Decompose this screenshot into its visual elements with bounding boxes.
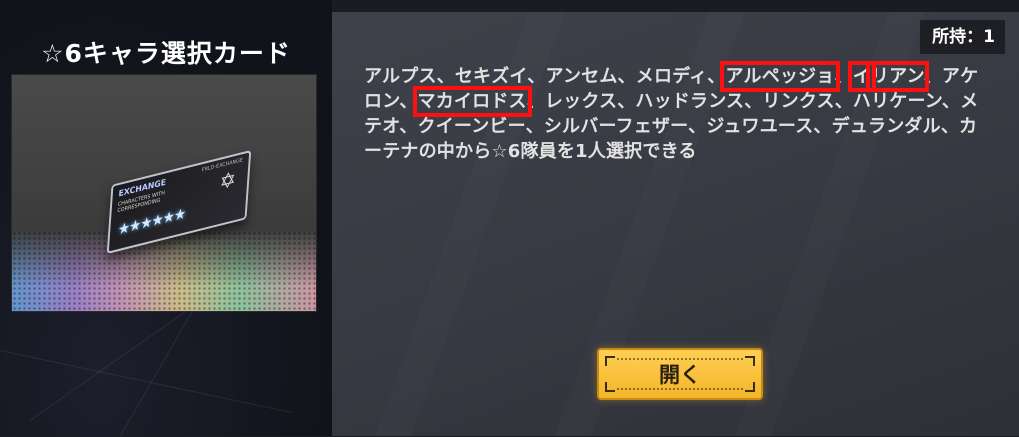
background-line — [29, 293, 211, 421]
description-text: アルプス、セキズイ、アンセム、メロディ、 — [364, 66, 726, 87]
description-text: 、 — [834, 66, 853, 87]
button-corner — [605, 382, 615, 392]
button-corner — [605, 356, 615, 366]
highlighted-name-illian-part2: リアン — [865, 61, 929, 92]
highlighted-name-illian-part1: イ — [847, 61, 876, 92]
star-emblem-icon: ✡ — [218, 165, 237, 196]
item-preview-image: EXCHANGE CHARACTERS WITH CORRESPONDING F… — [11, 74, 317, 312]
button-corner — [745, 356, 755, 366]
item-description: アルプス、セキズイ、アンセム、メロディ、アルペッジョ、イリアン、アケロン、マカイ… — [364, 61, 984, 164]
owned-count-badge: 所持：1 — [920, 20, 1005, 54]
highlighted-name-machairodus: マカイロドス — [412, 86, 532, 117]
dot-pattern — [12, 231, 316, 311]
button-dots — [617, 388, 743, 390]
item-title: ☆6キャラ選択カード — [41, 39, 291, 68]
background-line — [0, 350, 294, 414]
highlighted-name-arpeggio: アルペッジョ — [720, 61, 840, 92]
open-button[interactable]: 開く — [597, 348, 763, 400]
item-detail-left-panel: ☆6キャラ選択カード EXCHANGE CHARACTERS WITH CORR… — [0, 0, 332, 437]
open-button-label: 開く — [659, 363, 701, 387]
button-corner — [745, 382, 755, 392]
item-description-panel: 所持：1 アルプス、セキズイ、アンセム、メロディ、アルペッジョ、イリアン、アケロ… — [332, 12, 1019, 436]
button-dots — [617, 358, 743, 360]
